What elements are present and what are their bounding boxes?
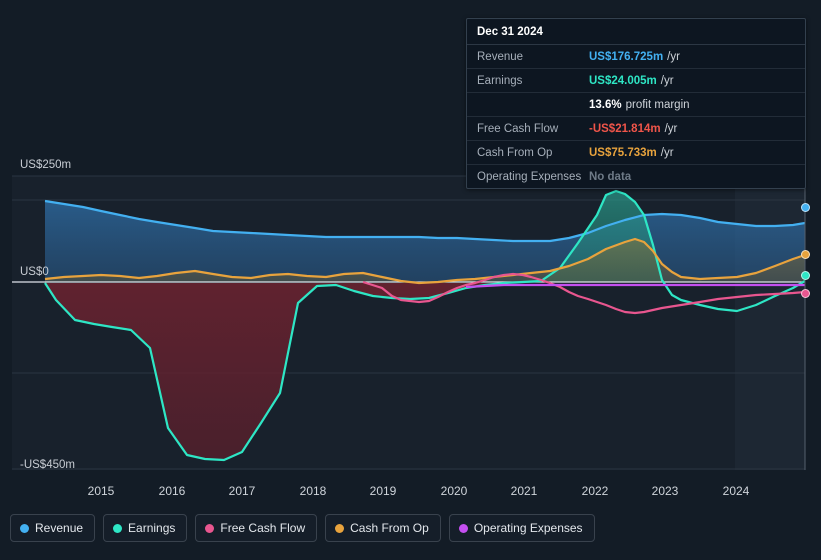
chart-tooltip: Dec 31 2024 Revenue US$176.725m /yr Earn… [466,18,806,189]
x-axis-tick-2017: 2017 [228,484,256,498]
tooltip-date: Dec 31 2024 [467,19,805,45]
tooltip-label-earnings: Earnings [477,74,523,87]
tooltip-suffix-earnings: /yr [660,74,674,87]
x-axis-tick-2015: 2015 [87,484,115,498]
legend-item-free-cash-flow[interactable]: Free Cash Flow [195,514,318,542]
free-cash-flow-endpoint-dot [801,289,810,298]
cash-from-op-endpoint-dot [801,250,810,259]
x-axis-tick-2021: 2021 [510,484,538,498]
x-axis-tick-2024: 2024 [722,484,750,498]
chart-legend: Revenue Earnings Free Cash Flow Cash Fro… [10,514,595,542]
tooltip-value-operating-expenses: No data [589,170,632,183]
legend-label-revenue: Revenue [35,521,84,535]
legend-item-operating-expenses[interactable]: Operating Expenses [448,514,595,542]
legend-dot-free-cash-flow-icon [205,523,215,533]
chart-container: US$250m US$0 -US$450m 2015 2016 2017 201… [0,0,821,560]
tooltip-value-cash-from-op: US$75.733m [589,146,657,159]
revenue-endpoint-dot [801,203,810,212]
tooltip-label-cash-from-op: Cash From Op [477,146,553,159]
legend-item-cash-from-op[interactable]: Cash From Op [325,514,441,542]
tooltip-suffix-free-cash-flow: /yr [664,122,678,135]
tooltip-suffix-cash-from-op: /yr [660,146,674,159]
x-axis-tick-2020: 2020 [440,484,468,498]
legend-label-free-cash-flow: Free Cash Flow [220,521,306,535]
y-axis-label-zero: US$0 [20,266,49,278]
tooltip-row-cash-from-op: Cash From Op US$75.733m /yr [467,141,805,165]
tooltip-row-revenue: Revenue US$176.725m /yr [467,45,805,69]
legend-item-revenue[interactable]: Revenue [10,514,96,542]
tooltip-row-profit-margin: 13.6% profit margin [467,93,805,117]
legend-label-cash-from-op: Cash From Op [350,521,429,535]
tooltip-value-free-cash-flow: -US$21.814m [589,122,661,135]
earnings-endpoint-dot [801,271,810,280]
tooltip-row-earnings: Earnings US$24.005m /yr [467,69,805,93]
legend-dot-cash-from-op-icon [335,523,345,533]
tooltip-label-operating-expenses: Operating Expenses [477,170,582,183]
tooltip-label-free-cash-flow: Free Cash Flow [477,122,559,135]
legend-item-earnings[interactable]: Earnings [103,514,188,542]
tooltip-row-free-cash-flow: Free Cash Flow -US$21.814m /yr [467,117,805,141]
y-axis-label-bottom: -US$450m [20,459,75,471]
x-axis-tick-2023: 2023 [651,484,679,498]
legend-label-earnings: Earnings [128,521,176,535]
tooltip-suffix-revenue: /yr [667,50,680,63]
tooltip-value-earnings: US$24.005m [589,74,657,87]
legend-dot-revenue-icon [20,523,29,533]
x-axis-tick-2016: 2016 [158,484,186,498]
legend-dot-earnings-icon [113,523,123,533]
tooltip-row-operating-expenses: Operating Expenses No data [467,165,805,188]
x-axis-tick-2018: 2018 [299,484,327,498]
tooltip-value-revenue: US$176.725m [589,50,664,63]
x-axis-tick-2022: 2022 [581,484,609,498]
legend-dot-operating-expenses-icon [458,523,468,533]
tooltip-value-profit-margin: 13.6% [589,98,622,111]
tooltip-label-revenue: Revenue [477,50,524,63]
forecast-band [735,176,805,470]
legend-label-operating-expenses: Operating Expenses [473,521,583,535]
tooltip-suffix-profit-margin: profit margin [625,98,690,111]
x-axis-tick-2019: 2019 [369,484,397,498]
y-axis-label-top: US$250m [20,159,72,171]
